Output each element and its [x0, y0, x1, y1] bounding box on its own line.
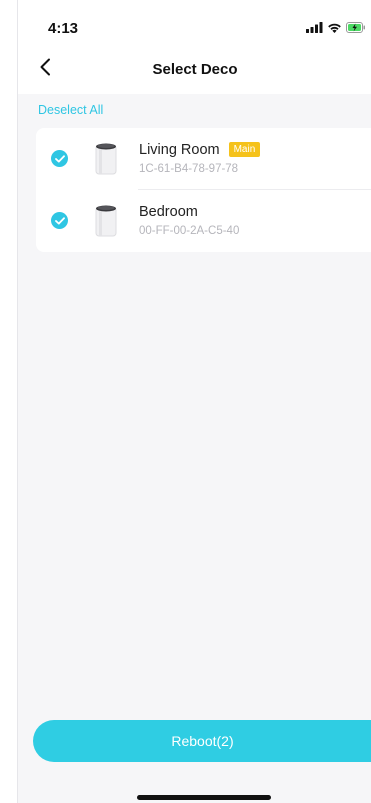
wifi-icon [327, 20, 342, 38]
deco-device-icon [91, 204, 121, 238]
device-row-living-room[interactable]: Living Room Main 1C-61-B4-78-97-78 [36, 128, 371, 190]
device-mac: 1C-61-B4-78-97-78 [139, 163, 239, 175]
deselect-all-link[interactable]: Deselect All [38, 103, 103, 117]
device-row-bedroom[interactable]: Bedroom 00-FF-00-2A-C5-40 [36, 190, 371, 252]
battery-charging-icon [346, 20, 366, 38]
device-mac: 00-FF-00-2A-C5-40 [139, 225, 240, 237]
device-name-text: Living Room [139, 142, 220, 158]
checkmark-icon[interactable] [51, 150, 68, 167]
status-icons [306, 20, 366, 38]
status-bar: 4:13 [18, 0, 371, 46]
device-list: Living Room Main 1C-61-B4-78-97-78 Bedroo… [36, 128, 371, 252]
reboot-button[interactable]: Reboot(2) [33, 720, 371, 762]
status-time: 4:13 [48, 20, 79, 37]
device-name: Bedroom [139, 204, 198, 220]
page-title: Select Deco [152, 61, 238, 78]
main-badge: Main [228, 142, 261, 157]
signal-icon [306, 20, 323, 38]
checkmark-icon[interactable] [51, 212, 68, 229]
device-name: Living Room Main [139, 142, 261, 158]
deco-device-icon [91, 142, 121, 176]
app-screen: 4:13 Select Deco Deselect All Living Roo… [17, 0, 371, 803]
navigation-bar: Select Deco [18, 46, 371, 94]
home-indicator[interactable] [137, 795, 271, 800]
